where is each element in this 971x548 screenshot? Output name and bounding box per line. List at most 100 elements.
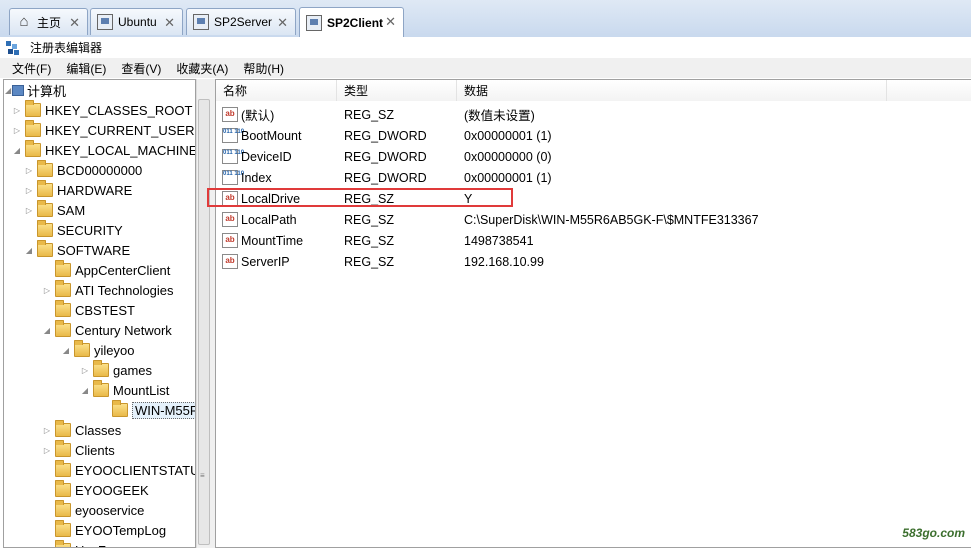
tab-bar: ⌂ 主页 ✕ Ubuntu ✕ SP2Server ✕ SP2Client ✕ [0,0,971,38]
value-type-cell: REG_SZ [344,107,395,122]
expand-arrow-icon[interactable]: ▷ [42,446,52,455]
grip-icon: ≡ [200,471,205,480]
tab-sp2server[interactable]: SP2Server ✕ [186,8,296,35]
close-icon[interactable]: ✕ [164,15,175,31]
folder-icon [55,540,71,547]
tree-node[interactable]: ▷ HARDWARE [24,180,132,200]
close-icon[interactable]: ✕ [385,14,396,30]
tree-node[interactable]: SECURITY [24,220,123,240]
value-data-cell: (数值未设置) [464,109,535,123]
home-icon: ⌂ [19,13,29,30]
value-type-cell: REG_SZ [344,212,395,227]
folder-icon [37,240,53,257]
folder-icon [55,460,71,477]
vm-icon [193,14,209,30]
tree-node[interactable]: ▷ BCD00000000 [24,160,142,180]
menu-view[interactable]: 查看(V) [121,60,161,77]
menu-edit[interactable]: 编辑(E) [66,60,106,77]
expand-arrow-icon[interactable]: ▷ [42,426,52,435]
value-data-cell: 1498738541 [464,233,534,248]
values-list[interactable]: 名称 类型 数据 ab (默认) REG_SZ (数值未设置) 011 110 BootM… [215,79,971,548]
value-type-cell: REG_SZ [344,233,395,248]
folder-icon [55,440,71,457]
collapse-arrow-icon[interactable]: ◢ [80,386,90,395]
tree-node[interactable]: EYOOGEEK [42,480,149,500]
folder-icon [25,100,41,117]
folder-icon [55,280,71,297]
tree-node[interactable]: eyooservice [42,500,144,520]
value-row[interactable]: 011 110 DeviceID REG_DWORD 0x00000000 (0) [216,146,956,167]
tree-node[interactable]: CBSTEST [42,300,135,320]
tree-node[interactable]: ◢ HKEY_LOCAL_MACHINE [12,140,195,160]
folder-icon [55,320,71,337]
collapse-arrow-icon[interactable]: ◢ [12,146,22,155]
value-type-cell: REG_SZ [344,254,395,269]
string-value-icon: ab [222,212,238,227]
collapse-arrow-icon[interactable]: ◢ [24,246,34,255]
folder-icon [55,300,71,317]
tree-node[interactable]: ▷ HKEY_CURRENT_USER [12,120,195,140]
expand-arrow-icon[interactable]: ▷ [24,186,34,195]
tree-node[interactable]: ▷ SAM [24,200,85,220]
close-icon[interactable]: ✕ [69,15,80,31]
tree-node[interactable]: ▷ games [80,360,152,380]
expand-arrow-icon[interactable]: ▷ [12,126,22,135]
menu-favorites[interactable]: 收藏夹(A) [176,60,228,77]
tab-sp2client[interactable]: SP2Client ✕ [299,7,404,37]
value-name-cell: ab LocalPath [222,209,297,230]
value-row[interactable]: 011 110 Index REG_DWORD 0x00000001 (1) [216,167,956,188]
tab-home[interactable]: ⌂ 主页 ✕ [9,8,88,35]
expand-arrow-icon[interactable]: ▷ [12,106,22,115]
tree-scrollbar[interactable]: ≡ [196,79,211,548]
folder-icon [112,400,128,417]
collapse-arrow-icon[interactable]: ◢ [61,346,71,355]
collapse-arrow-icon[interactable]: ◢ [42,326,52,335]
tree-node[interactable]: ◢ SOFTWARE [24,240,130,260]
tree-node[interactable]: ◢ yileyoo [61,340,134,360]
value-data-cell: 0x00000001 (1) [464,128,552,143]
tree-node[interactable]: ▷HeyZ [42,540,106,547]
expand-arrow-icon[interactable]: ▷ [24,166,34,175]
expand-arrow-icon[interactable]: ▷ [24,206,34,215]
menu-file[interactable]: 文件(F) [12,60,51,77]
value-row[interactable]: ab LocalPath REG_SZ C:\SuperDisk\WIN-M55R6A… [216,209,956,230]
value-name-cell: 011 110 DeviceID [222,149,292,164]
close-icon[interactable]: ✕ [277,15,288,31]
registry-tree[interactable]: ◢ 计算机 ▷ HKEY_CLASSES_ROOT ▷ HKEY_CURRENT_US… [3,79,196,548]
folder-icon [25,120,41,137]
tree-node[interactable]: ▷ Clients [42,440,115,460]
expand-arrow-icon[interactable]: ▷ [42,286,52,295]
tree-node[interactable]: AppCenterClient [42,260,170,280]
dword-value-icon: 011 110 [222,170,244,185]
tree-node[interactable]: ◢ MountList [80,380,169,400]
tree-node[interactable]: EYOOTempLog [42,520,166,540]
column-header-type[interactable]: 类型 [337,80,457,101]
column-header-data[interactable]: 数据 [457,80,887,101]
expand-arrow-icon[interactable]: ▷ [80,366,90,375]
value-row[interactable]: 011 110 BootMount REG_DWORD 0x00000001 (1) [216,125,956,146]
watermark: 583go.com [902,526,965,540]
folder-icon [55,520,71,537]
collapse-arrow-icon[interactable]: ◢ [5,86,11,95]
value-row[interactable]: ab ServerIP REG_SZ 192.168.10.99 [216,251,956,272]
tree-node[interactable]: EYOOCLIENTSTATUS [42,460,195,480]
folder-icon [74,340,90,357]
folder-icon [37,220,53,237]
value-row[interactable]: ab MountTime REG_SZ 1498738541 [216,230,956,251]
value-name-cell: ab (默认) [222,104,274,125]
tree-node[interactable]: ▷ ATI Technologies [42,280,174,300]
tree-node-computer[interactable]: ◢ 计算机 [5,80,66,100]
folder-icon [55,480,71,497]
window-title-bar: 注册表编辑器 [0,37,971,58]
folder-icon [93,380,109,397]
menu-help[interactable]: 帮助(H) [243,60,284,77]
tree-node[interactable]: WIN-M55R [99,400,195,420]
folder-icon [93,360,109,377]
tree-node[interactable]: ▷ HKEY_CLASSES_ROOT [12,100,192,120]
tab-ubuntu[interactable]: Ubuntu ✕ [90,8,183,35]
value-row[interactable]: ab (默认) REG_SZ (数值未设置) [216,104,956,125]
column-header-name[interactable]: 名称 [216,80,337,101]
tree-node[interactable]: ▷ Classes [42,420,121,440]
computer-icon [12,84,24,96]
tree-node[interactable]: ◢ Century Network [42,320,172,340]
